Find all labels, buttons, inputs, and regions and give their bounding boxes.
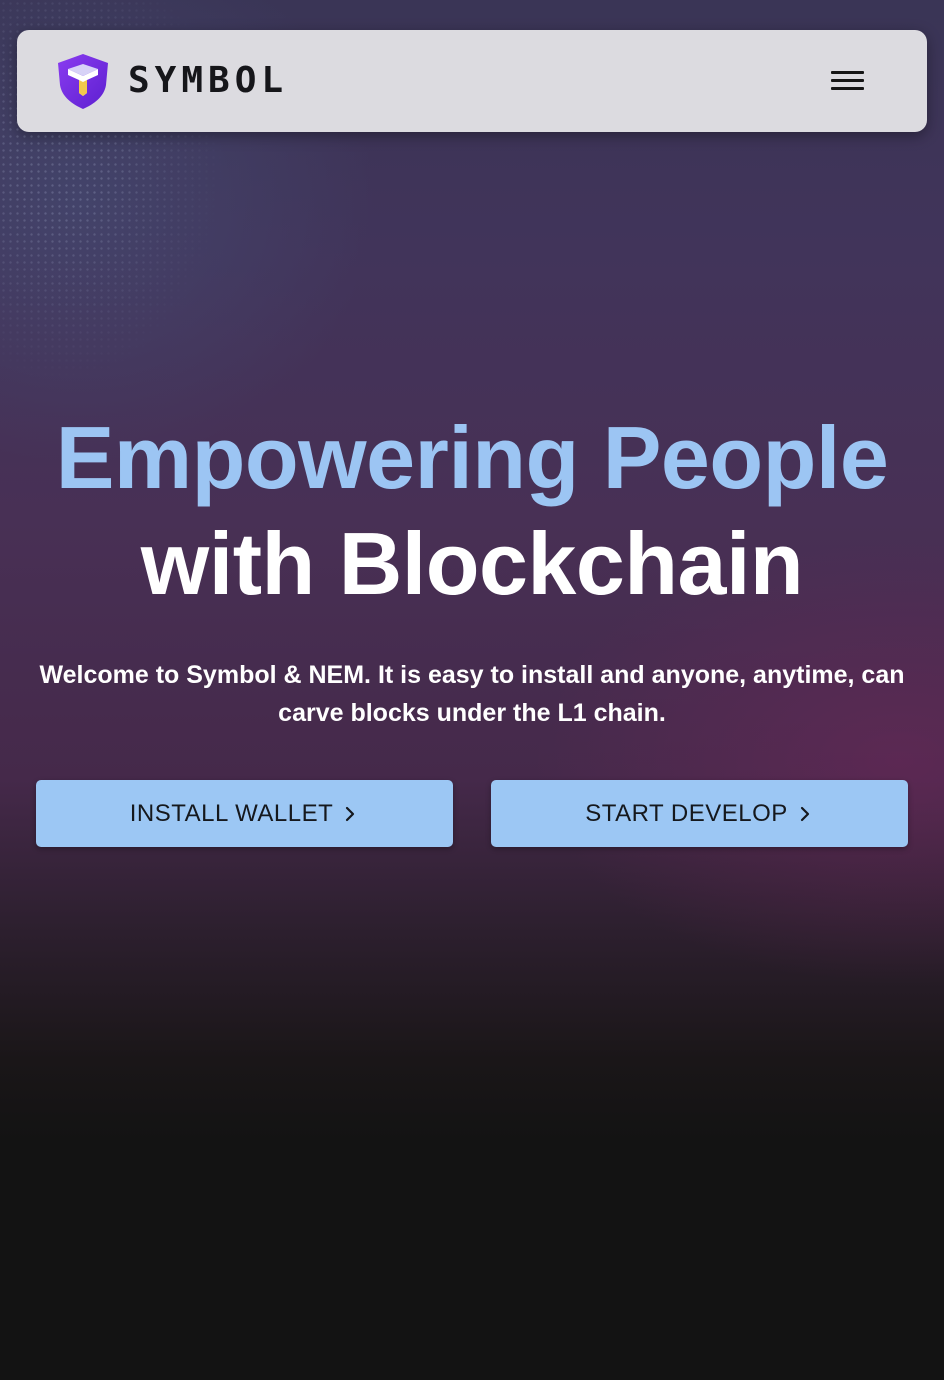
start-develop-label: START DEVELOP <box>585 799 788 827</box>
hero-subtitle: Welcome to Symbol & NEM. It is easy to i… <box>39 661 905 727</box>
chevron-right-icon <box>346 806 355 821</box>
menu-line-icon <box>831 79 864 82</box>
top-navbar: SYMBOL <box>17 30 927 132</box>
hamburger-menu-button[interactable] <box>827 65 867 97</box>
hero-title: Empowering People with Blockchain <box>0 405 944 617</box>
start-develop-button[interactable]: START DEVELOP <box>491 780 908 847</box>
hero-title-line2: with Blockchain <box>140 514 804 613</box>
brand-name: SYMBOL <box>128 60 289 101</box>
install-wallet-button[interactable]: INSTALL WALLET <box>36 780 453 847</box>
symbol-logo-icon <box>58 54 108 109</box>
menu-line-icon <box>831 71 864 74</box>
brand-logo-link[interactable]: SYMBOL <box>54 52 288 110</box>
menu-line-icon <box>831 87 864 90</box>
chevron-right-icon <box>800 806 809 821</box>
install-wallet-label: INSTALL WALLET <box>129 799 334 827</box>
hero-title-line1: Empowering People <box>55 408 889 507</box>
